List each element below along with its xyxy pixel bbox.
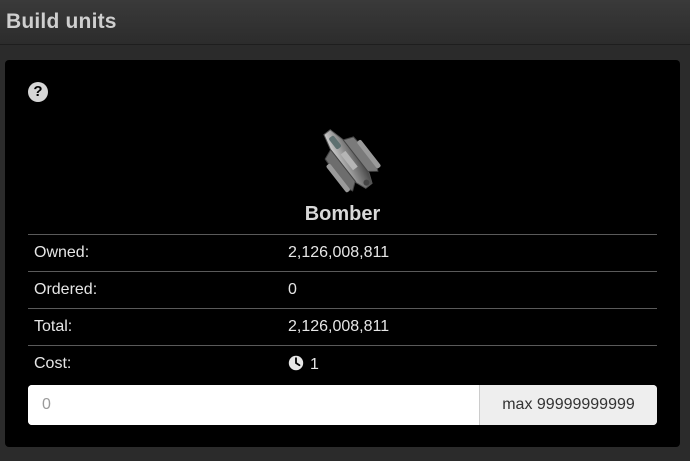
table-row: Cost: 1 — [28, 345, 657, 383]
unit-stats-table: Owned: 2,126,008,811 Ordered: 0 Total: 2… — [28, 234, 657, 383]
page-header: Build units — [0, 0, 690, 45]
total-value: 2,126,008,811 — [282, 308, 657, 346]
table-row: Owned: 2,126,008,811 — [28, 234, 657, 272]
table-row: Ordered: 0 — [28, 271, 657, 309]
bomber-ship-image — [323, 129, 381, 193]
table-row: Total: 2,126,008,811 — [28, 308, 657, 346]
quantity-input-group: max 99999999999 — [28, 385, 657, 425]
ordered-value: 0 — [282, 271, 657, 309]
owned-label: Owned: — [28, 234, 282, 272]
quantity-input[interactable] — [28, 385, 479, 425]
owned-value: 2,126,008,811 — [282, 234, 657, 272]
total-label: Total: — [28, 308, 282, 346]
page-title: Build units — [6, 10, 117, 33]
max-button[interactable]: max 99999999999 — [479, 385, 657, 425]
cost-cell: 1 — [282, 345, 657, 383]
ordered-label: Ordered: — [28, 271, 282, 309]
cost-label: Cost: — [28, 345, 282, 383]
clock-icon — [288, 355, 304, 370]
question-circle-icon[interactable]: ? — [28, 82, 48, 102]
unit-name: Bomber — [304, 203, 381, 225]
cost-value: 1 — [310, 355, 319, 373]
build-panel: ? Bomber Owned: 2,126,008,811 Ordered: 0… — [5, 60, 680, 447]
